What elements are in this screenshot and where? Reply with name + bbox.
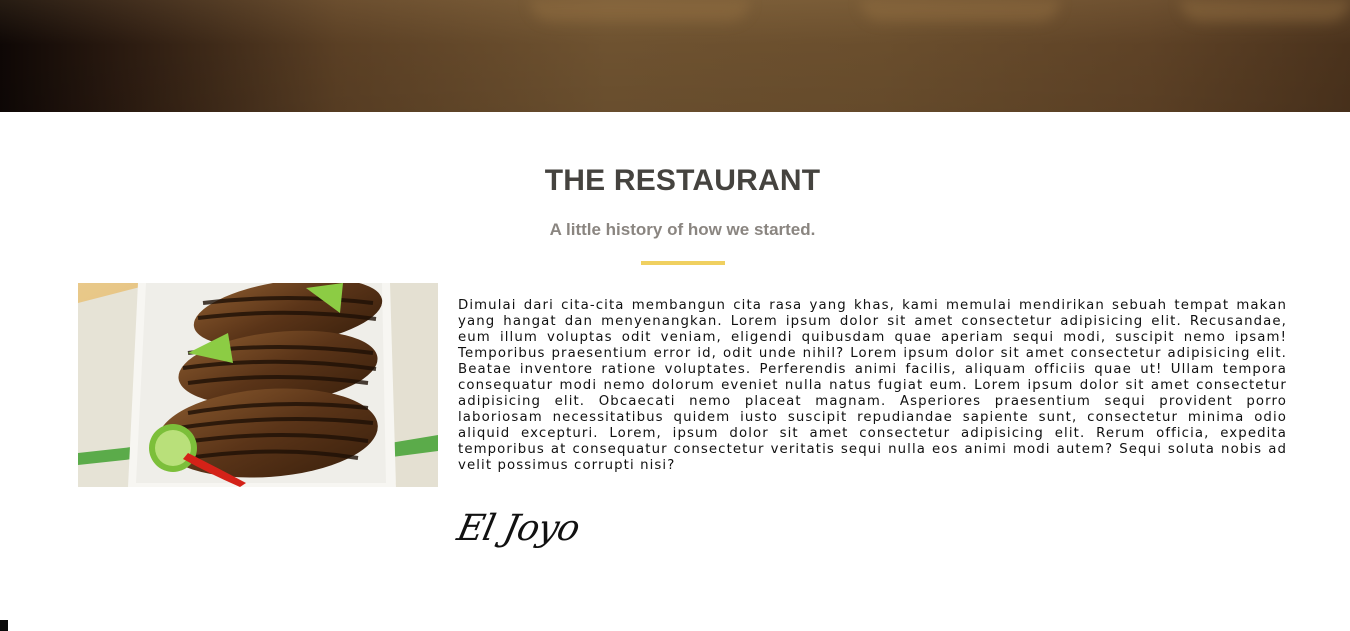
restaurant-story: Dimulai dari cita-cita membangun cita ra… [458,298,1287,473]
hero-shade [0,0,1350,112]
section-subtitle: A little history of how we started. [549,220,816,239]
owner-signature: El Joyo [453,508,583,549]
hero-banner [0,0,1350,112]
title-divider [641,261,725,265]
food-image [78,283,438,487]
corner-mark [0,620,8,631]
section-title: THE RESTAURANT [544,164,821,197]
